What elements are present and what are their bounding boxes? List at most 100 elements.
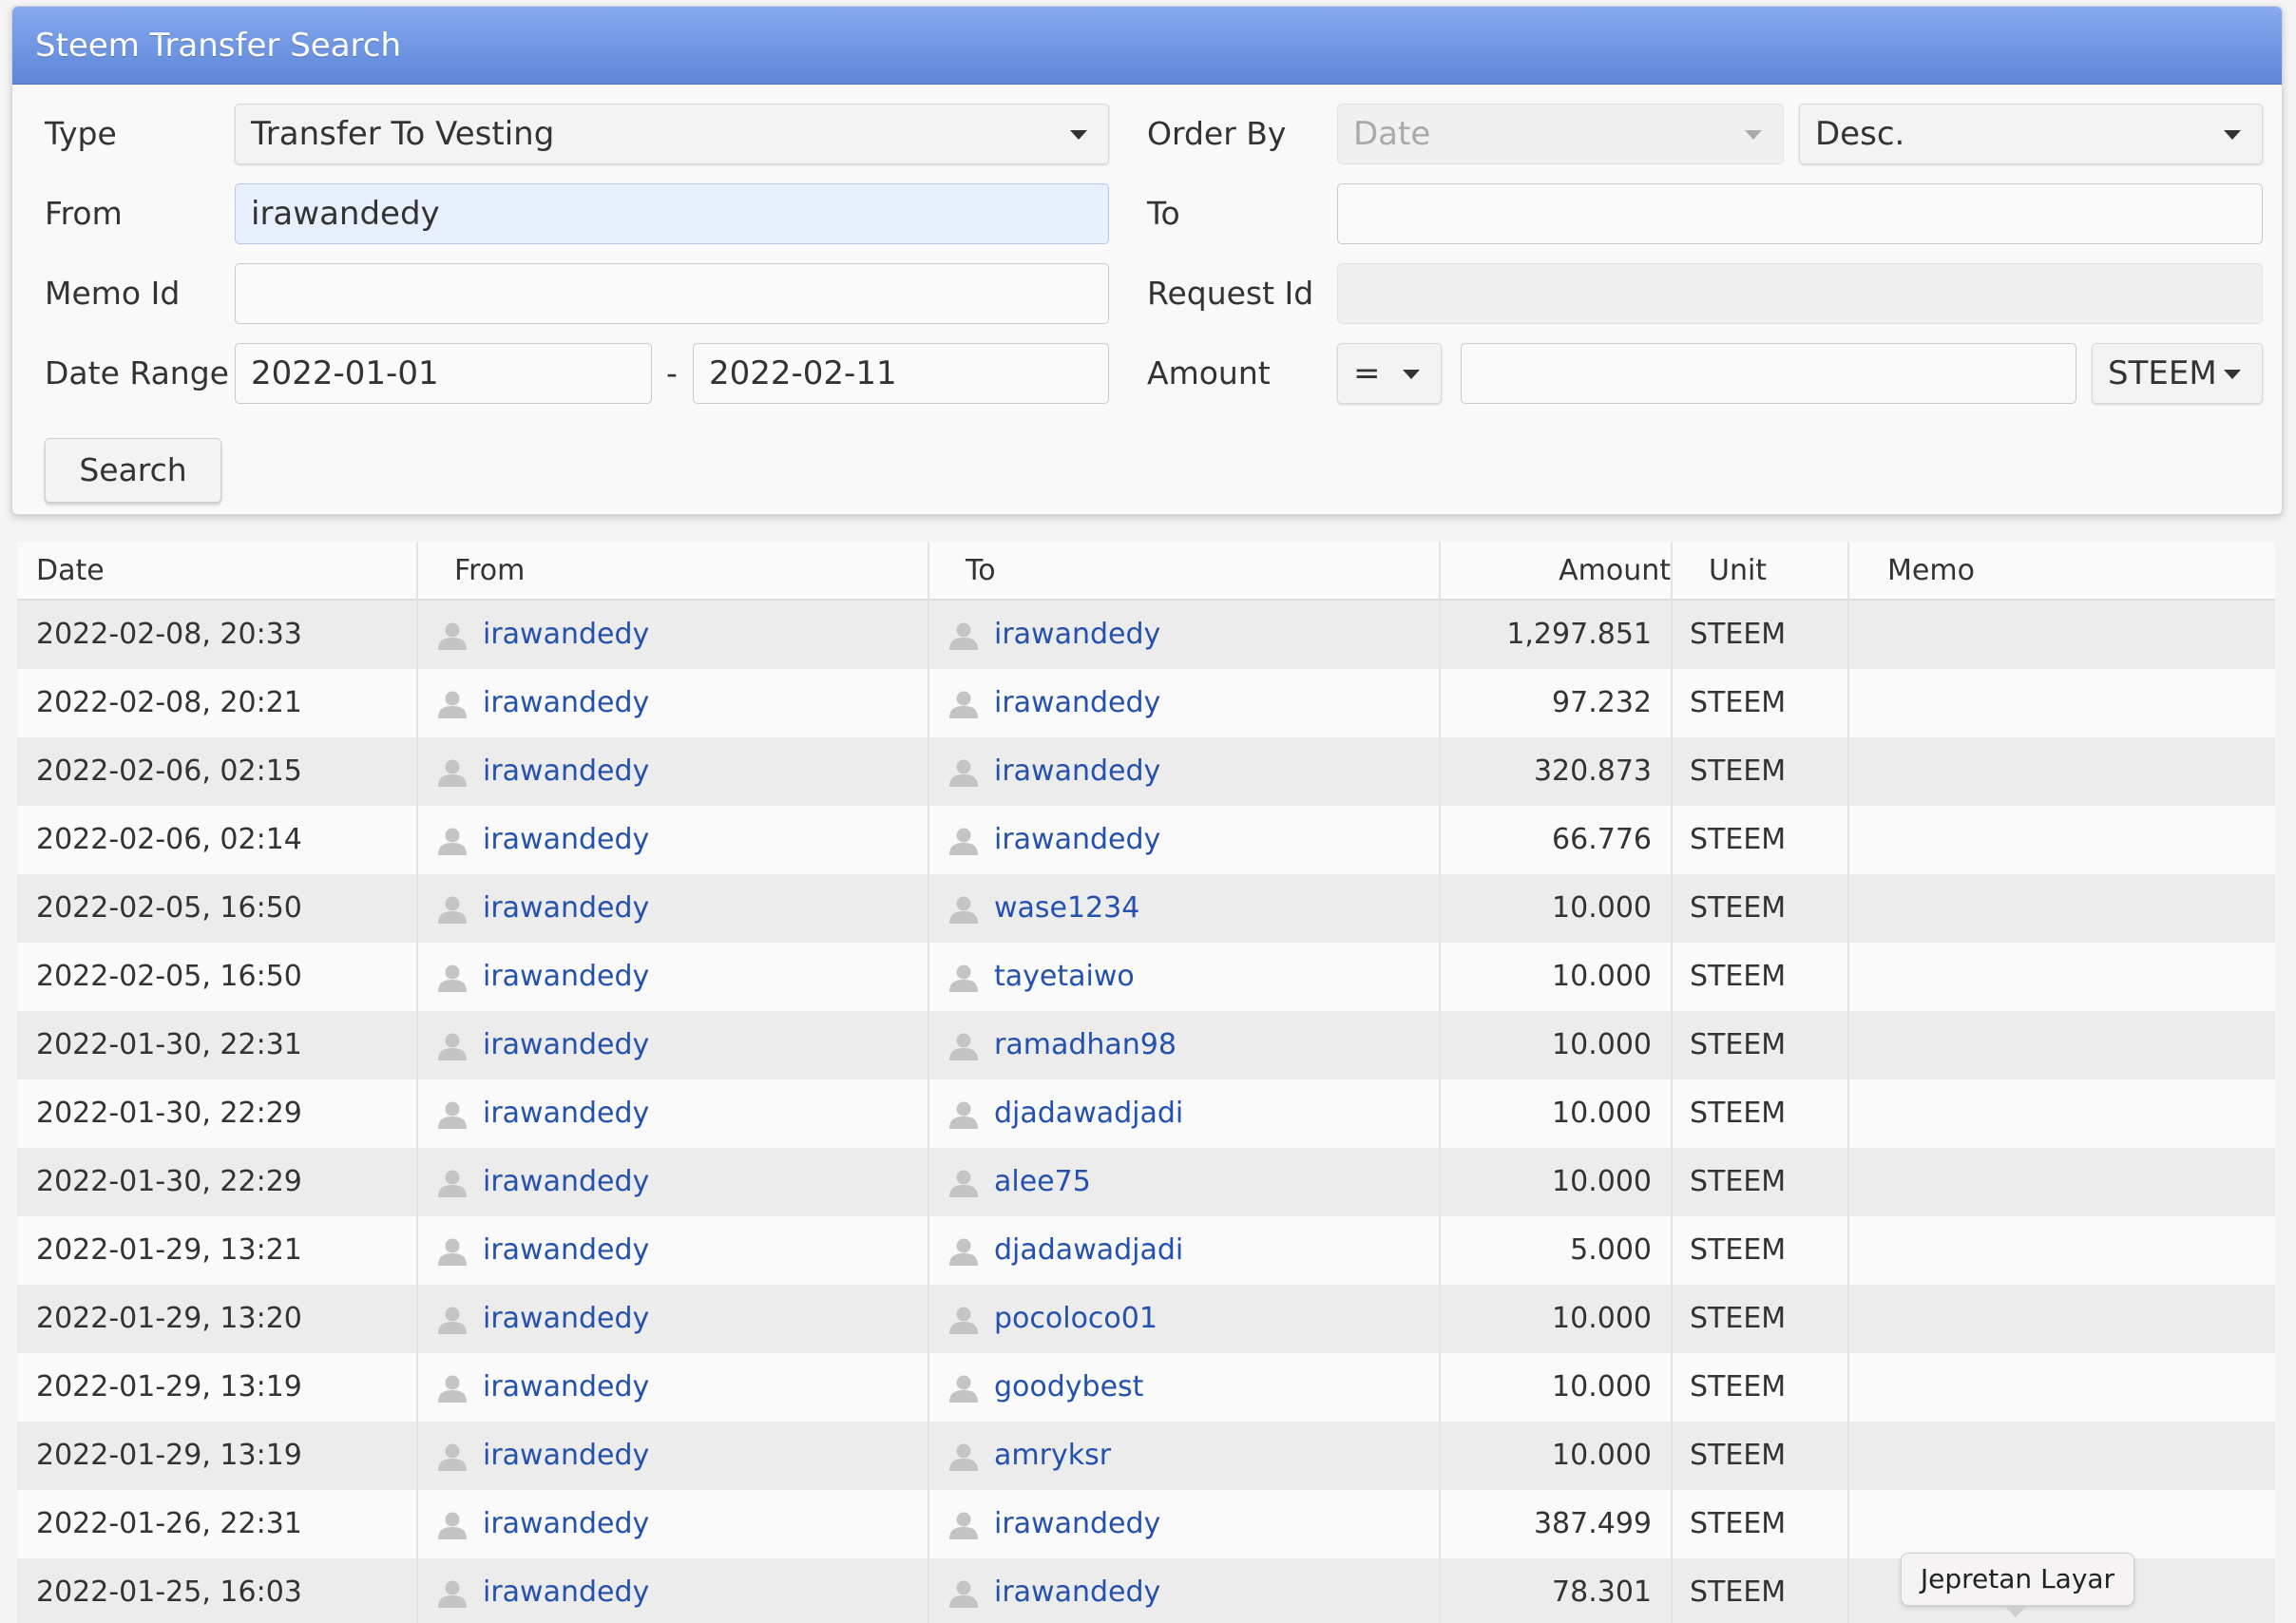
- user-icon: [948, 964, 979, 992]
- row-from-link[interactable]: irawandedy: [483, 874, 649, 943]
- row-from-link[interactable]: irawandedy: [483, 1353, 649, 1422]
- header-from[interactable]: From: [435, 542, 929, 601]
- user-icon: [437, 1511, 468, 1539]
- row-to-link[interactable]: irawandedy: [994, 601, 1160, 669]
- amount-operator-value: =: [1353, 354, 1381, 392]
- search-button[interactable]: Search: [45, 438, 221, 503]
- header-memo[interactable]: Memo: [1868, 542, 2275, 601]
- table-row: 2022-02-08, 20:33 irawandedy irawandedy 1,2…: [17, 601, 2275, 669]
- row-unit: STEEM: [1690, 1028, 1787, 1061]
- table-row: 2022-01-29, 13:19 irawandedy goodybest 10.0…: [17, 1353, 2275, 1422]
- row-from-link[interactable]: irawandedy: [483, 601, 649, 669]
- row-to-link[interactable]: irawandedy: [994, 669, 1160, 737]
- row-date: 2022-02-05, 16:50: [36, 891, 302, 925]
- order-by-select: Date: [1337, 104, 1784, 164]
- row-from-link[interactable]: irawandedy: [483, 943, 649, 1011]
- chevron-down-icon: [1745, 130, 1762, 140]
- user-icon: [437, 1169, 468, 1197]
- chevron-down-icon: [2224, 130, 2241, 140]
- row-date: 2022-02-06, 02:14: [36, 823, 302, 856]
- row-to-link[interactable]: amryksr: [994, 1422, 1111, 1490]
- row-to-link[interactable]: irawandedy: [994, 1558, 1160, 1623]
- row-to-link[interactable]: djadawadjadi: [994, 1216, 1183, 1285]
- results-table: Date From To Amount Unit Memo 2022-02-08…: [17, 542, 2275, 1623]
- amount-operator-select[interactable]: =: [1337, 343, 1442, 404]
- order-by-value: Date: [1353, 115, 1431, 153]
- user-icon: [948, 690, 979, 718]
- row-to-link[interactable]: pocoloco01: [994, 1285, 1158, 1353]
- row-to-link[interactable]: irawandedy: [994, 1490, 1160, 1558]
- user-icon: [948, 1579, 979, 1608]
- user-icon: [948, 1169, 979, 1197]
- column-divider: [416, 542, 418, 1623]
- row-from-link[interactable]: irawandedy: [483, 806, 649, 874]
- memo-id-input[interactable]: [235, 263, 1109, 324]
- row-amount: 10.000: [1552, 1165, 1652, 1198]
- order-direction-value: Desc.: [1815, 115, 1905, 153]
- row-date: 2022-01-30, 22:29: [36, 1165, 302, 1198]
- chevron-down-icon: [1070, 130, 1087, 140]
- memo-id-label: Memo Id: [45, 275, 181, 312]
- user-icon: [437, 1032, 468, 1060]
- row-date: 2022-01-25, 16:03: [36, 1575, 302, 1609]
- type-select[interactable]: Transfer To Vesting: [235, 104, 1109, 164]
- header-to[interactable]: To: [947, 542, 1441, 601]
- row-unit: STEEM: [1690, 1575, 1787, 1609]
- row-from-link[interactable]: irawandedy: [483, 1216, 649, 1285]
- chevron-down-icon: [1403, 370, 1420, 379]
- header-amount[interactable]: Amount: [1460, 542, 1690, 601]
- user-icon: [948, 1100, 979, 1129]
- to-input[interactable]: [1337, 183, 2263, 244]
- row-unit: STEEM: [1690, 960, 1787, 993]
- row-from-link[interactable]: irawandedy: [483, 1011, 649, 1079]
- request-id-input: [1337, 263, 2263, 324]
- row-to-link[interactable]: tayetaiwo: [994, 943, 1135, 1011]
- date-range-label: Date Range: [45, 354, 229, 391]
- row-from-link[interactable]: irawandedy: [483, 1148, 649, 1216]
- row-from-link[interactable]: irawandedy: [483, 1490, 649, 1558]
- row-from-link[interactable]: irawandedy: [483, 1285, 649, 1353]
- user-icon: [437, 827, 468, 855]
- column-divider: [928, 542, 929, 1623]
- from-input[interactable]: irawandedy: [235, 183, 1109, 244]
- table-row: 2022-01-30, 22:31 irawandedy ramadhan98 10.…: [17, 1011, 2275, 1079]
- row-from-link[interactable]: irawandedy: [483, 669, 649, 737]
- date-to-input[interactable]: 2022-02-11: [693, 343, 1109, 404]
- row-to-link[interactable]: irawandedy: [994, 737, 1160, 806]
- table-row: 2022-01-29, 13:19 irawandedy amryksr 10.000…: [17, 1422, 2275, 1490]
- row-to-link[interactable]: irawandedy: [994, 806, 1160, 874]
- amount-unit-select[interactable]: STEEM: [2092, 343, 2263, 404]
- row-from-link[interactable]: irawandedy: [483, 737, 649, 806]
- row-from-link[interactable]: irawandedy: [483, 1079, 649, 1148]
- table-row: 2022-01-30, 22:29 irawandedy djadawadjadi 1…: [17, 1079, 2275, 1148]
- row-to-link[interactable]: alee75: [994, 1148, 1091, 1216]
- row-from-link[interactable]: irawandedy: [483, 1422, 649, 1490]
- row-unit: STEEM: [1690, 618, 1787, 651]
- user-icon: [437, 895, 468, 924]
- screenshot-tooltip: Jepretan Layar: [1901, 1553, 2134, 1606]
- row-amount: 97.232: [1552, 686, 1652, 719]
- order-direction-select[interactable]: Desc.: [1799, 104, 2263, 164]
- table-body: 2022-02-08, 20:33 irawandedy irawandedy 1,2…: [17, 601, 2275, 1623]
- user-icon: [948, 895, 979, 924]
- to-label: To: [1147, 195, 1180, 232]
- table-header: Date From To Amount Unit Memo: [17, 542, 2275, 601]
- row-to-link[interactable]: wase1234: [994, 874, 1139, 943]
- user-icon: [948, 1442, 979, 1471]
- header-date[interactable]: Date: [17, 542, 416, 601]
- date-from-input[interactable]: 2022-01-01: [235, 343, 652, 404]
- table-row: 2022-02-05, 16:50 irawandedy wase1234 10.00…: [17, 874, 2275, 943]
- user-icon: [437, 1374, 468, 1403]
- row-from-link[interactable]: irawandedy: [483, 1558, 649, 1623]
- row-amount: 10.000: [1552, 1302, 1652, 1335]
- amount-input[interactable]: [1461, 343, 2076, 404]
- row-to-link[interactable]: goodybest: [994, 1353, 1143, 1422]
- header-unit[interactable]: Unit: [1690, 542, 1866, 601]
- user-icon: [437, 758, 468, 787]
- user-icon: [948, 1374, 979, 1403]
- tooltip-tail: [2003, 1605, 2028, 1617]
- row-to-link[interactable]: ramadhan98: [994, 1011, 1177, 1079]
- from-label: From: [45, 195, 123, 232]
- row-to-link[interactable]: djadawadjadi: [994, 1079, 1183, 1148]
- table-row: 2022-02-05, 16:50 irawandedy tayetaiwo 10.0…: [17, 943, 2275, 1011]
